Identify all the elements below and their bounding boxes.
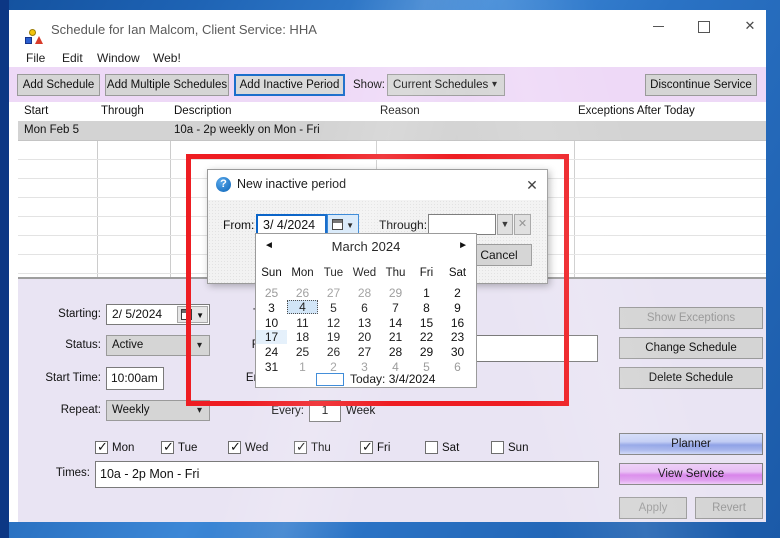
apply-button[interactable]: Apply <box>619 497 687 519</box>
times-input[interactable]: 10a - 2p Mon - Fri <box>95 461 599 488</box>
checkbox-mon[interactable]: ✓ <box>95 439 108 454</box>
minimize-button[interactable] <box>635 10 681 42</box>
grid-header-start[interactable]: Start <box>24 105 48 117</box>
highlight-annotation-box <box>186 154 569 406</box>
change-schedule-button[interactable]: Change Schedule <box>619 337 763 359</box>
delete-schedule-button[interactable]: Delete Schedule <box>619 367 763 389</box>
checkbox-sat[interactable] <box>425 441 438 454</box>
add-schedule-button[interactable]: Add Schedule <box>17 74 100 96</box>
menu-item-edit[interactable]: Edit <box>57 49 88 67</box>
planner-button[interactable]: Planner <box>619 433 763 455</box>
close-button[interactable]: ✕ <box>727 10 766 42</box>
menu-item-web[interactable]: Web! <box>148 49 186 67</box>
start-time-input[interactable]: 10:00am <box>106 367 164 390</box>
show-label: Show: <box>353 79 385 91</box>
menu-item-window[interactable]: Window <box>92 49 145 67</box>
table-row[interactable]: Mon Feb 5 10a - 2p weekly on Mon - Fri <box>18 121 766 141</box>
title-bar: Schedule for Ian Malcom, Client Service:… <box>9 10 766 46</box>
grid-header-row: Start Through Description Reason Excepti… <box>18 102 766 122</box>
check-icon: ✓ <box>362 439 373 454</box>
add-inactive-period-button[interactable]: Add Inactive Period <box>234 74 345 96</box>
cell-start: Mon Feb 5 <box>24 124 79 136</box>
show-dropdown-value: Current Schedules <box>393 79 489 91</box>
grid-header-through[interactable]: Through <box>101 105 144 117</box>
chevron-down-icon: ▾ <box>491 79 497 90</box>
checkbox-label-sat: Sat <box>442 442 460 454</box>
checkbox-label-sun: Sun <box>508 442 529 454</box>
menu-item-file[interactable]: File <box>21 49 50 67</box>
start-time-label: Start Time: <box>45 372 101 384</box>
show-exceptions-button[interactable]: Show Exceptions <box>619 307 763 329</box>
check-icon: ✓ <box>296 439 307 454</box>
cell-description: 10a - 2p weekly on Mon - Fri <box>174 124 320 136</box>
revert-button[interactable]: Revert <box>695 497 763 519</box>
status-value: Active <box>112 339 144 351</box>
minimize-icon <box>652 26 664 28</box>
status-label: Status: <box>65 339 101 351</box>
desktop: Schedule for Ian Malcom, Client Service:… <box>0 0 780 538</box>
toolbar: Add Schedule Add Multiple Schedules Add … <box>9 67 766 102</box>
people-group-icon <box>25 29 43 45</box>
check-icon: ✓ <box>97 439 108 454</box>
checkbox-label-fri: Fri <box>377 442 391 454</box>
check-icon: ✓ <box>230 439 241 454</box>
repeat-value: Weekly <box>112 404 150 416</box>
times-label: Times: <box>55 467 90 479</box>
week-unit-label: Week <box>346 405 376 417</box>
checkbox-label-tue: Tue <box>178 442 198 454</box>
grid-header-description[interactable]: Description <box>174 105 232 117</box>
checkbox-thu[interactable]: ✓ <box>294 439 307 454</box>
repeat-label: Repeat: <box>60 404 101 416</box>
add-multiple-schedules-button[interactable]: Add Multiple Schedules <box>105 74 229 96</box>
checkbox-wed[interactable]: ✓ <box>228 439 241 454</box>
discontinue-service-button[interactable]: Discontinue Service <box>645 74 757 96</box>
checkbox-sun[interactable] <box>491 441 504 454</box>
every-label: Every: <box>271 405 304 417</box>
checkbox-tue[interactable]: ✓ <box>161 439 174 454</box>
checkbox-label-thu: Thu <box>311 442 331 454</box>
check-icon: ✓ <box>163 439 174 454</box>
maximize-icon <box>698 20 710 33</box>
view-service-button[interactable]: View Service <box>619 463 763 485</box>
checkbox-fri[interactable]: ✓ <box>360 439 373 454</box>
window-title: Schedule for Ian Malcom, Client Service:… <box>51 22 317 37</box>
grid-header-exceptions[interactable]: Exceptions After Today <box>578 105 695 117</box>
starting-label: Starting: <box>58 308 101 320</box>
starting-date-value: 2/ 5/2024 <box>112 307 163 321</box>
checkbox-label-mon: Mon <box>112 442 135 454</box>
show-dropdown[interactable]: Current Schedules ▾ <box>387 74 505 96</box>
maximize-button[interactable] <box>681 10 727 42</box>
grid-header-reason[interactable]: Reason <box>380 105 420 117</box>
checkbox-label-wed: Wed <box>245 442 269 454</box>
